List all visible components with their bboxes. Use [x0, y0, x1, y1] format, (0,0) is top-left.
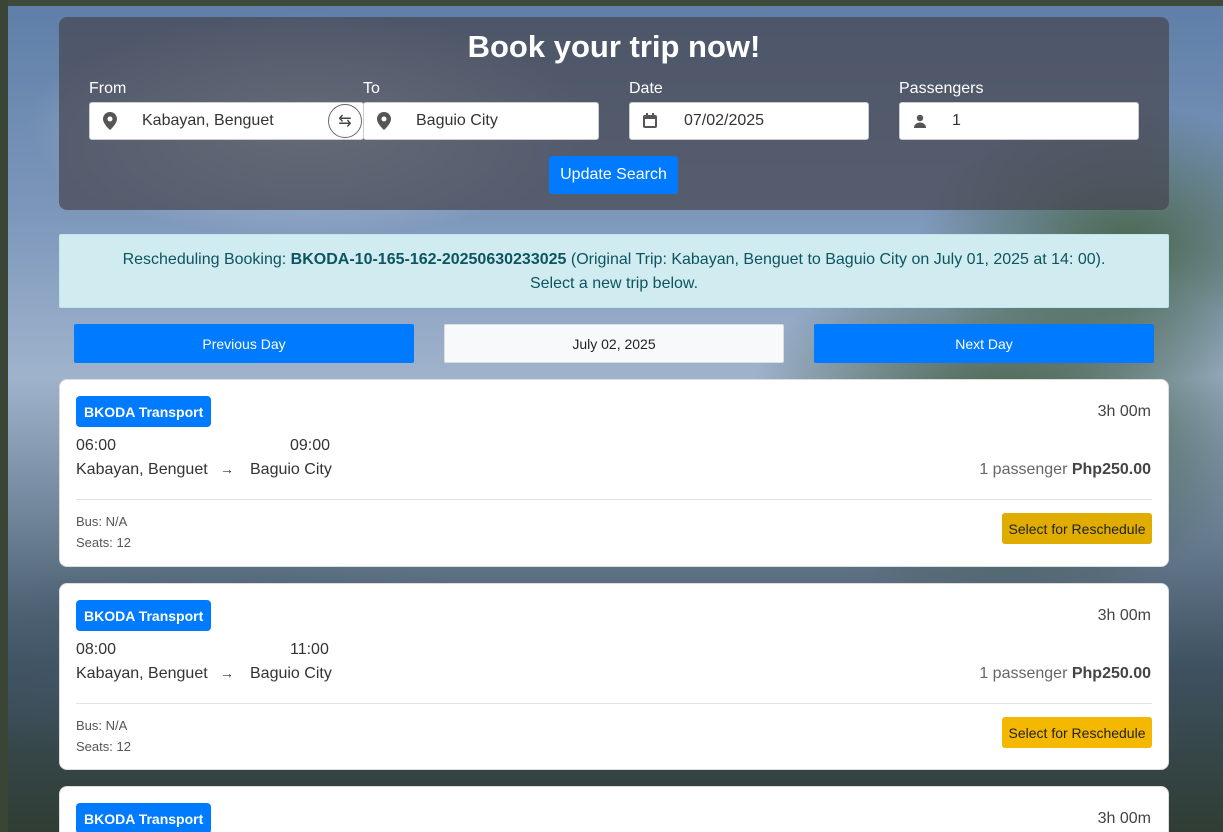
route-arrow-icon: → — [220, 665, 234, 681]
calendar-icon — [630, 113, 670, 129]
origin-city: Kabayan, Benguet — [76, 665, 208, 682]
search-title: Book your trip now! — [467, 29, 761, 64]
passenger-count: 1 passenger — [979, 665, 1072, 682]
operator-badge: BKODA Transport — [76, 396, 212, 427]
trip-card: BKODA Transport 3h 00m 08:00 11:00 Kabay… — [59, 583, 1169, 770]
bus-number: Bus: N/A — [76, 514, 128, 529]
date-label: Date — [629, 80, 663, 97]
person-icon — [900, 114, 940, 128]
passengers-label: Passengers — [899, 80, 984, 97]
operator-badge: BKODA Transport — [76, 803, 212, 832]
select-reschedule-button[interactable]: Select for Reschedule — [1002, 717, 1152, 748]
trip-price: Php250.00 — [1071, 461, 1151, 478]
departure-time: 08:00 — [76, 641, 117, 658]
to-label: To — [363, 80, 380, 97]
reschedule-alert: Rescheduling Booking: BKODA-10-165-162-2… — [59, 234, 1169, 308]
from-label: From — [89, 80, 127, 97]
price-line: 1 passenger Php250.00 — [979, 665, 1151, 683]
booking-code: BKODA-10-165-162-20250630233025 — [290, 251, 567, 268]
location-pin-icon — [364, 112, 404, 130]
passenger-count: 1 passenger — [979, 461, 1072, 478]
update-search-button[interactable]: Update Search — [549, 156, 678, 194]
current-date: July 02, 2025 — [444, 324, 784, 363]
seats-available: Seats: 12 — [76, 739, 131, 754]
bus-info: Bus: N/A Seats: 12 — [76, 511, 131, 553]
trip-duration: 3h 00m — [1097, 403, 1151, 420]
search-panel: Book your trip now! From Kabayan, Bengue… — [59, 17, 1169, 210]
origin-city: Kabayan, Benguet — [76, 461, 208, 478]
date-field[interactable]: 07/02/2025 — [629, 102, 869, 140]
seats-available: Seats: 12 — [76, 535, 131, 550]
location-pin-icon — [90, 112, 130, 130]
from-field[interactable]: Kabayan, Benguet — [89, 102, 364, 140]
arrival-time: 09:00 — [290, 437, 331, 454]
destination-city: Baguio City — [250, 665, 332, 682]
route-arrow-icon: → — [220, 461, 234, 477]
alert-prefix: Rescheduling Booking: — [122, 251, 291, 268]
previous-day-button[interactable]: Previous Day — [74, 324, 414, 363]
trip-card: BKODA Transport 3h 00m — [59, 786, 1169, 832]
swap-arrows-icon: ⇆ — [338, 113, 352, 130]
trip-duration: 3h 00m — [1097, 810, 1151, 827]
departure-time: 06:00 — [76, 437, 117, 454]
original-trip-text: (Original Trip: Kabayan, Benguet to Bagu… — [566, 251, 1106, 268]
from-value: Kabayan, Benguet — [142, 112, 274, 129]
next-day-button[interactable]: Next Day — [814, 324, 1154, 363]
trip-card: BKODA Transport 3h 00m 06:00 09:00 Kabay… — [59, 379, 1169, 567]
bus-info: Bus: N/A Seats: 12 — [76, 715, 131, 757]
date-value: 07/02/2025 — [684, 112, 765, 129]
price-line: 1 passenger Php250.00 — [979, 461, 1151, 479]
passengers-field[interactable]: 1 — [899, 102, 1139, 140]
alert-instruction: Select a new trip below. — [529, 275, 699, 292]
card-divider — [76, 499, 1152, 500]
passengers-value: 1 — [952, 112, 961, 129]
trip-price: Php250.00 — [1071, 665, 1151, 682]
swap-button[interactable]: ⇆ — [328, 104, 362, 138]
to-value: Baguio City — [416, 112, 498, 129]
operator-badge: BKODA Transport — [76, 600, 212, 631]
page-edge — [0, 0, 8, 832]
destination-city: Baguio City — [250, 461, 332, 478]
card-divider — [76, 703, 1152, 704]
bus-number: Bus: N/A — [76, 718, 128, 733]
select-reschedule-button[interactable]: Select for Reschedule — [1002, 513, 1152, 544]
arrival-time: 11:00 — [290, 641, 329, 658]
to-field[interactable]: Baguio City — [363, 102, 599, 140]
trip-duration: 3h 00m — [1097, 607, 1151, 624]
